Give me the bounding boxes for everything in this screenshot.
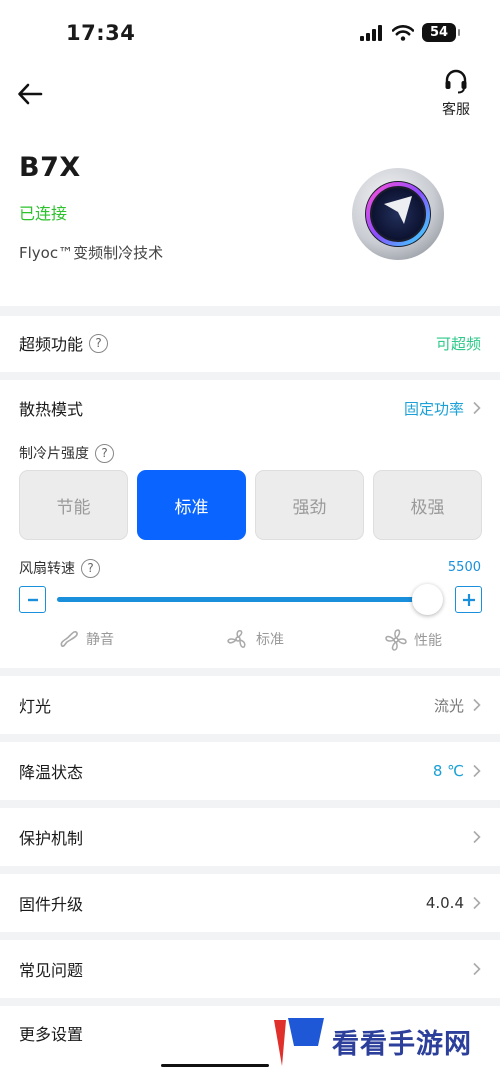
wifi-icon: [392, 24, 414, 41]
faq-label: 常见问题: [19, 961, 84, 980]
faq-row[interactable]: 常见问题: [0, 942, 500, 996]
fan-preset-performance[interactable]: 性能: [384, 628, 442, 652]
customer-service-button[interactable]: 客服: [432, 68, 480, 119]
overclock-row[interactable]: 超频功能 ? 可超频: [0, 316, 500, 370]
battery-icon: 54: [422, 23, 460, 42]
fan-speed-help-icon[interactable]: ?: [81, 558, 100, 578]
intensity-help-icon[interactable]: ?: [95, 443, 114, 463]
protection-row[interactable]: 保护机制: [0, 810, 500, 864]
device-name: B7X: [19, 152, 81, 183]
overclock-label: 超频功能: [19, 335, 84, 354]
fan-presets: 静音 标准 性能: [0, 624, 500, 658]
firmware-row[interactable]: 固件升级 4.0.4: [0, 876, 500, 930]
light-section: 灯光 流光: [0, 676, 500, 734]
light-value: 流光: [433, 696, 464, 715]
overclock-help-icon[interactable]: ?: [89, 333, 109, 353]
firmware-label: 固件升级: [19, 895, 84, 914]
fan-speed-slider-fill: [57, 597, 429, 602]
fan-preset-standard[interactable]: 标准: [226, 628, 284, 650]
fan-preset-standard-label: 标准: [256, 632, 284, 648]
fan-speed-label: 风扇转速: [19, 561, 75, 577]
arrow-left-icon: [18, 83, 43, 105]
home-indicator: [161, 1064, 269, 1067]
fan-preset-silent-label: 静音: [86, 632, 114, 648]
status-icons: 54: [360, 23, 460, 42]
cooling-mode-value: 固定功率: [403, 399, 464, 418]
cooling-mode-row[interactable]: 散热模式 固定功率: [0, 381, 500, 435]
signal-icon: [360, 24, 382, 41]
light-label: 灯光: [19, 697, 52, 716]
intensity-label-group: 制冷片强度 ?: [19, 443, 114, 463]
watermark-logo-icon: [274, 1017, 324, 1066]
device-image: [352, 168, 444, 260]
watermark-text: 看看手游网: [332, 1029, 472, 1060]
intensity-label: 制冷片强度: [19, 446, 89, 462]
fan-speed-slider-track[interactable]: [57, 597, 429, 602]
overclock-section: 超频功能 ? 可超频: [0, 316, 500, 372]
fan-standard-icon: [227, 630, 246, 648]
protection-label: 保护机制: [19, 829, 84, 848]
customer-service-label: 客服: [442, 102, 470, 118]
back-button[interactable]: [14, 78, 46, 110]
chevron-right-icon: [473, 698, 481, 712]
minus-icon: [27, 598, 38, 601]
cooling-status-section: 降温状态 8 ℃: [0, 742, 500, 800]
intensity-option-eco[interactable]: 节能: [19, 470, 128, 540]
status-bar: 17:34 54: [0, 0, 500, 66]
intensity-option-strong[interactable]: 强劲: [255, 470, 364, 540]
fan-speed-increase-button[interactable]: [455, 586, 482, 613]
device-technology: Flyoc™变频制冷技术: [19, 244, 164, 262]
cooling-status-row[interactable]: 降温状态 8 ℃: [0, 744, 500, 798]
fan-speed-slider-thumb[interactable]: [412, 584, 443, 615]
intensity-selector: 节能 标准 强劲 极强: [19, 470, 482, 540]
chevron-right-icon: [473, 830, 481, 844]
protection-section: 保护机制: [0, 808, 500, 866]
intensity-option-standard[interactable]: 标准: [137, 470, 246, 540]
status-time: 17:34: [66, 21, 136, 45]
overclock-value: 可超频: [435, 334, 481, 353]
firmware-section: 固件升级 4.0.4: [0, 874, 500, 932]
chevron-right-icon: [473, 401, 481, 415]
cooling-mode-label: 散热模式: [19, 400, 84, 419]
chevron-right-icon: [473, 896, 481, 910]
watermark: 看看手游网: [272, 1013, 500, 1070]
plus-icon: [462, 593, 475, 606]
device-header: 客服 B7X 已连接 Flyoc™变频制冷技术: [0, 66, 500, 306]
fan-speed-label-group: 风扇转速 ?: [19, 558, 100, 578]
fan-performance-icon: [385, 629, 407, 651]
fan-preset-performance-label: 性能: [414, 633, 442, 649]
fan-speed-value: 5500: [447, 560, 481, 575]
cooling-status-value: 8 ℃: [432, 762, 464, 780]
battery-level: 54: [429, 25, 449, 40]
headset-icon: [445, 69, 467, 94]
fan-speed-decrease-button[interactable]: [19, 586, 46, 613]
chevron-right-icon: [473, 764, 481, 778]
fan-silent-icon: [60, 631, 78, 647]
fan-preset-silent[interactable]: 静音: [58, 628, 114, 650]
firmware-version: 4.0.4: [425, 894, 464, 912]
connection-status: 已连接: [19, 204, 68, 223]
chevron-right-icon: [473, 962, 481, 976]
light-row[interactable]: 灯光 流光: [0, 678, 500, 732]
cooling-status-label: 降温状态: [19, 763, 84, 782]
intensity-option-extreme[interactable]: 极强: [373, 470, 482, 540]
faq-section: 常见问题: [0, 940, 500, 998]
